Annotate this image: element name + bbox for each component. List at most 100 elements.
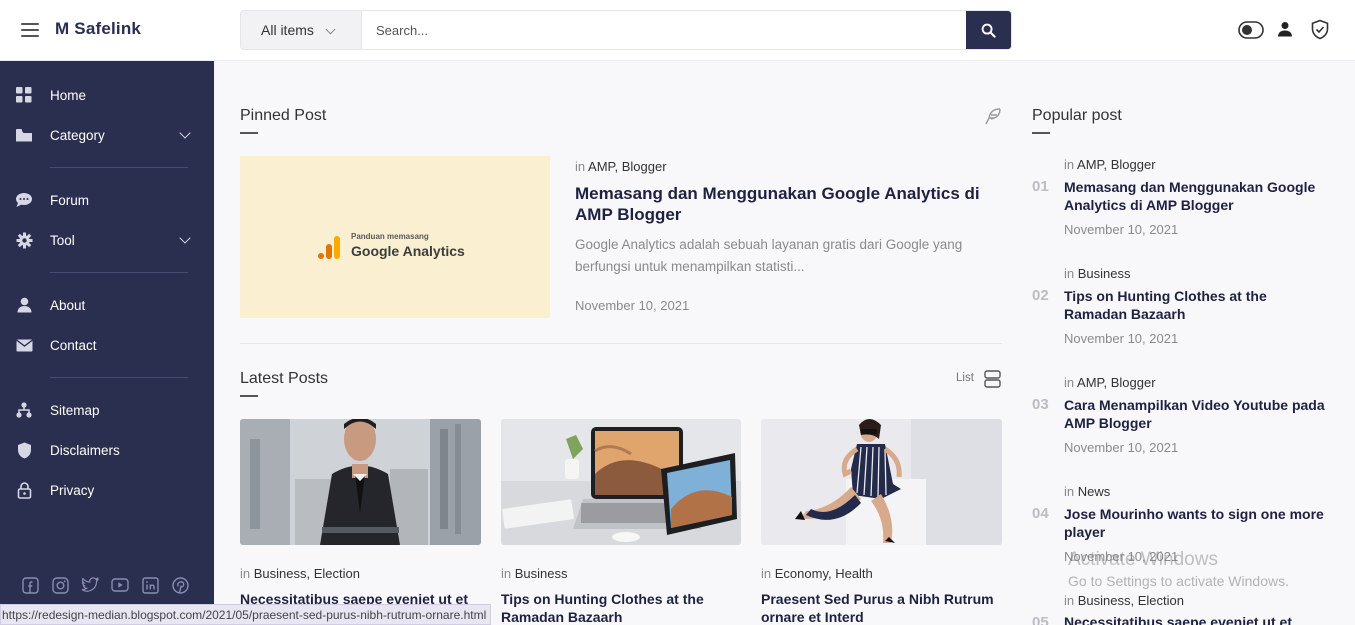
- sidebar-item-label: Category: [50, 127, 105, 143]
- section-divider: [240, 343, 1002, 344]
- laptop-tablet-image: [501, 419, 741, 545]
- meta-prefix: in: [761, 566, 772, 581]
- popular-post-number: 05: [1032, 614, 1049, 625]
- post-categories-link[interactable]: AMP, Blogger: [1077, 157, 1156, 172]
- sidebar-item-label: Forum: [50, 192, 90, 208]
- search-bar: All items: [240, 10, 1012, 50]
- post-meta: in Business: [501, 566, 568, 581]
- post-categories-link[interactable]: Business: [1078, 266, 1131, 281]
- post-categories-link[interactable]: AMP, Blogger: [588, 159, 667, 174]
- chevron-down-icon: [179, 232, 191, 244]
- popular-post-date: November 10, 2021: [1064, 331, 1179, 346]
- chevron-down-icon: [325, 24, 336, 35]
- meta-prefix: in: [1064, 375, 1075, 390]
- user-icon[interactable]: [1277, 21, 1293, 37]
- sidebar: Home Category Forum Tool About Contact S…: [0, 61, 214, 625]
- post-categories-link[interactable]: Business, Election: [254, 566, 360, 581]
- gear-icon: [15, 231, 33, 249]
- sidebar-item-label: Tool: [50, 232, 75, 248]
- sidebar-item-label: Home: [50, 87, 87, 103]
- sidebar-item-sitemap[interactable]: Sitemap: [0, 395, 214, 425]
- sidebar-item-category[interactable]: Category: [0, 120, 214, 150]
- search-input[interactable]: [362, 11, 966, 49]
- youtube-icon[interactable]: [111, 576, 129, 594]
- sidebar-item-home[interactable]: Home: [0, 80, 214, 110]
- sidebar-item-label: Sitemap: [50, 402, 100, 418]
- popular-post-title[interactable]: Cara Menampilkan Video Youtube pada AMP …: [1064, 397, 1334, 432]
- post-categories-link[interactable]: Economy, Health: [775, 566, 873, 581]
- chevron-down-icon: [179, 127, 191, 139]
- post-categories-link[interactable]: Business: [515, 566, 568, 581]
- post-thumbnail[interactable]: [501, 419, 741, 545]
- post-categories-link[interactable]: News: [1078, 484, 1111, 499]
- latest-section-title: Latest Posts: [240, 370, 329, 387]
- meta-prefix: in: [240, 566, 251, 581]
- sidebar-item-privacy[interactable]: Privacy: [0, 475, 214, 505]
- twitter-icon[interactable]: [81, 576, 99, 594]
- post-categories-link[interactable]: AMP, Blogger: [1077, 375, 1156, 390]
- search-button[interactable]: [966, 11, 1011, 49]
- popular-post-title[interactable]: Tips on Hunting Clothes at the Ramadan B…: [1064, 288, 1324, 323]
- grid-icon: [15, 86, 33, 104]
- pinned-section-title: Pinned Post: [240, 107, 327, 124]
- post-meta: in Economy, Health: [761, 566, 873, 581]
- dark-mode-toggle-icon[interactable]: [1238, 21, 1264, 39]
- meta-prefix: in: [575, 159, 586, 174]
- lock-icon: [15, 481, 33, 499]
- popular-post-meta: in Business: [1064, 266, 1131, 281]
- popular-section-title: Popular post: [1032, 107, 1122, 124]
- pinned-post-date: November 10, 2021: [575, 298, 690, 313]
- folder-icon: [15, 126, 33, 144]
- shield-check-icon[interactable]: [1310, 19, 1330, 40]
- popular-post-title[interactable]: Memasang dan Menggunakan Google Analytic…: [1064, 179, 1344, 214]
- top-header: M Safelink All items: [0, 0, 1355, 61]
- popular-post-meta: in AMP, Blogger: [1064, 157, 1156, 172]
- popular-post-date: November 10, 2021: [1064, 222, 1179, 237]
- meta-prefix: in: [1064, 593, 1075, 608]
- list-view-icon[interactable]: [984, 370, 1001, 388]
- post-thumbnail[interactable]: [240, 419, 481, 545]
- sidebar-item-tool[interactable]: Tool: [0, 225, 214, 255]
- sitemap-icon: [15, 401, 33, 419]
- instagram-icon[interactable]: [51, 576, 69, 594]
- post-categories-link[interactable]: Business, Election: [1078, 593, 1184, 608]
- sidebar-item-contact[interactable]: Contact: [0, 330, 214, 360]
- image-caption-small: Panduan memasang: [351, 232, 429, 241]
- popular-post-title[interactable]: Necessitatibus saepe eveniet ut et: [1064, 614, 1334, 625]
- pinned-post-title[interactable]: Memasang dan Menggunakan Google Analytic…: [575, 183, 995, 226]
- meta-prefix: in: [1064, 157, 1075, 172]
- menu-icon[interactable]: [21, 23, 39, 37]
- google-analytics-logo-icon: [318, 236, 340, 259]
- sidebar-item-label: Privacy: [50, 482, 95, 498]
- meta-prefix: in: [1064, 266, 1075, 281]
- search-category-label: All items: [261, 22, 314, 38]
- sidebar-item-label: Disclaimers: [50, 442, 120, 458]
- shield-icon: [15, 441, 33, 459]
- popular-post-title[interactable]: Jose Mourinho wants to sign one more pla…: [1064, 506, 1349, 541]
- view-mode-label[interactable]: List: [956, 372, 974, 384]
- fashion-model-image: [761, 419, 1002, 545]
- social-links: [21, 576, 201, 594]
- nav-divider: [50, 272, 188, 273]
- sidebar-item-forum[interactable]: Forum: [0, 185, 214, 215]
- popular-post-meta: in News: [1064, 484, 1110, 499]
- nav-divider: [50, 167, 188, 168]
- post-title[interactable]: Praesent Sed Purus a Nibh Rutrum ornare …: [761, 591, 1003, 625]
- post-title[interactable]: Tips on Hunting Clothes at the Ramadan B…: [501, 591, 741, 625]
- facebook-icon[interactable]: [21, 576, 39, 594]
- user-icon: [15, 296, 33, 314]
- search-category-select[interactable]: All items: [241, 11, 362, 49]
- sidebar-item-about[interactable]: About: [0, 290, 214, 320]
- post-thumbnail[interactable]: [761, 419, 1002, 545]
- sidebar-item-disclaimers[interactable]: Disclaimers: [0, 435, 214, 465]
- pinned-post-image[interactable]: Panduan memasang Google Analytics: [240, 156, 550, 318]
- popular-post-meta: in Business, Election: [1064, 593, 1184, 608]
- popular-post-number: 04: [1032, 505, 1049, 522]
- section-underline: [1032, 132, 1050, 134]
- sidebar-item-label: About: [50, 297, 86, 313]
- site-brand[interactable]: M Safelink: [55, 19, 141, 39]
- linkedin-icon[interactable]: [141, 576, 159, 594]
- pinterest-icon[interactable]: [171, 576, 189, 594]
- meta-prefix: in: [1064, 484, 1075, 499]
- popular-post-number: 03: [1032, 396, 1049, 413]
